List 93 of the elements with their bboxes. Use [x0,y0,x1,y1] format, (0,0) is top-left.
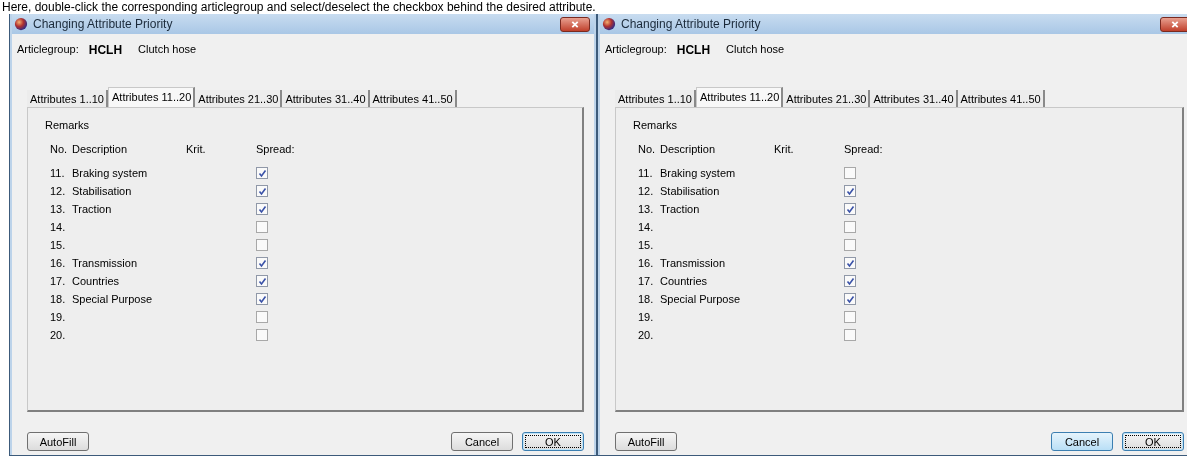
checkbox[interactable] [844,239,856,251]
tab[interactable]: Attributes 41..50 [369,90,457,107]
dialog-button[interactable]: AutoFill [615,432,677,451]
close-icon [570,19,580,29]
row-number: 20. [638,329,655,341]
close-icon [1170,19,1180,29]
field-label: Articlegroup: [605,43,667,57]
attribute-name: Countries [660,275,709,287]
section-title: Remarks [45,118,90,132]
tab[interactable]: Attributes 1..10 [615,90,696,107]
checkbox[interactable] [256,167,268,179]
attribute-name: Braking system [660,167,737,179]
section-title: Remarks [633,118,678,132]
close-button[interactable] [560,16,590,32]
attribute-name: Countries [72,275,121,287]
checkbox[interactable] [256,203,268,215]
column-header: Spread: [844,143,884,157]
article-code: HCLH [88,43,123,57]
attribute-name: Transmission [72,257,138,269]
attribute-name: Special Purpose [72,293,154,305]
row-number: 18. [50,293,67,305]
row-number: 12. [638,185,655,197]
column-header: Spread: [256,143,296,157]
row-number: 19. [50,311,67,323]
column-header: Krit. [774,143,795,157]
row-number: 17. [50,275,67,287]
checkbox[interactable] [256,239,268,251]
column-header: Krit. [186,143,207,157]
row-number: 16. [638,257,655,269]
tab[interactable]: Attributes 31..40 [870,90,958,107]
dialog-button[interactable]: OK [522,432,584,451]
checkbox[interactable] [844,185,856,197]
checkbox[interactable] [844,203,856,215]
row-number: 13. [50,203,67,215]
row-number: 18. [638,293,655,305]
row-number: 15. [50,239,67,251]
instruction-text: Here, double-click the corresponding articlegroup and select/deselect the checkbox behind the desired attribute. [1,0,597,14]
tab[interactable]: Attributes 41..50 [957,90,1045,107]
attribute-name: Traction [660,203,701,215]
close-button[interactable] [1160,16,1187,32]
checkbox[interactable] [256,293,268,305]
row-number: 11. [50,167,66,179]
checkbox[interactable] [844,275,856,287]
globe-icon [14,17,28,31]
row-number: 20. [50,329,67,341]
dialog-button[interactable]: Cancel [1051,432,1113,451]
checkbox[interactable] [256,257,268,269]
checkbox[interactable] [844,293,856,305]
attribute-name: Traction [72,203,113,215]
attribute-name: Transmission [660,257,726,269]
row-number: 16. [50,257,67,269]
checkbox[interactable] [256,221,268,233]
tab[interactable]: Attributes 11..20 [696,87,784,107]
dialog-button[interactable]: Cancel [451,432,513,451]
article-code: HCLH [676,43,711,57]
attribute-name: Stabilisation [72,185,133,197]
dialog-button[interactable]: AutoFill [27,432,89,451]
column-header: Description [72,143,129,157]
tab[interactable]: Attributes 1..10 [27,90,108,107]
tab[interactable]: Attributes 21..30 [783,90,871,107]
tab[interactable]: Attributes 21..30 [195,90,283,107]
row-number: 19. [638,311,655,323]
article-name: Clutch hose [138,43,197,57]
row-number: 14. [50,221,67,233]
checkbox[interactable] [844,257,856,269]
attribute-name: Special Purpose [660,293,742,305]
checkbox[interactable] [256,275,268,287]
row-number: 12. [50,185,67,197]
checkbox[interactable] [256,185,268,197]
attribute-name: Stabilisation [660,185,721,197]
row-number: 17. [638,275,655,287]
column-header: No. [50,143,69,157]
tab[interactable]: Attributes 11..20 [108,87,196,107]
globe-icon [602,17,616,31]
checkbox[interactable] [844,221,856,233]
checkbox[interactable] [844,329,856,341]
checkbox[interactable] [256,311,268,323]
window-title: Changing Attribute Priority [33,17,174,31]
row-number: 14. [638,221,655,233]
checkbox[interactable] [844,167,856,179]
column-header: Description [660,143,717,157]
dialog-button[interactable]: OK [1122,432,1184,451]
window-title: Changing Attribute Priority [621,17,762,31]
field-label: Articlegroup: [17,43,79,57]
row-number: 13. [638,203,655,215]
column-header: No. [638,143,657,157]
row-number: 11. [638,167,654,179]
row-number: 15. [638,239,655,251]
checkbox[interactable] [256,329,268,341]
tab[interactable]: Attributes 31..40 [282,90,370,107]
checkbox[interactable] [844,311,856,323]
attribute-name: Braking system [72,167,149,179]
article-name: Clutch hose [726,43,785,57]
